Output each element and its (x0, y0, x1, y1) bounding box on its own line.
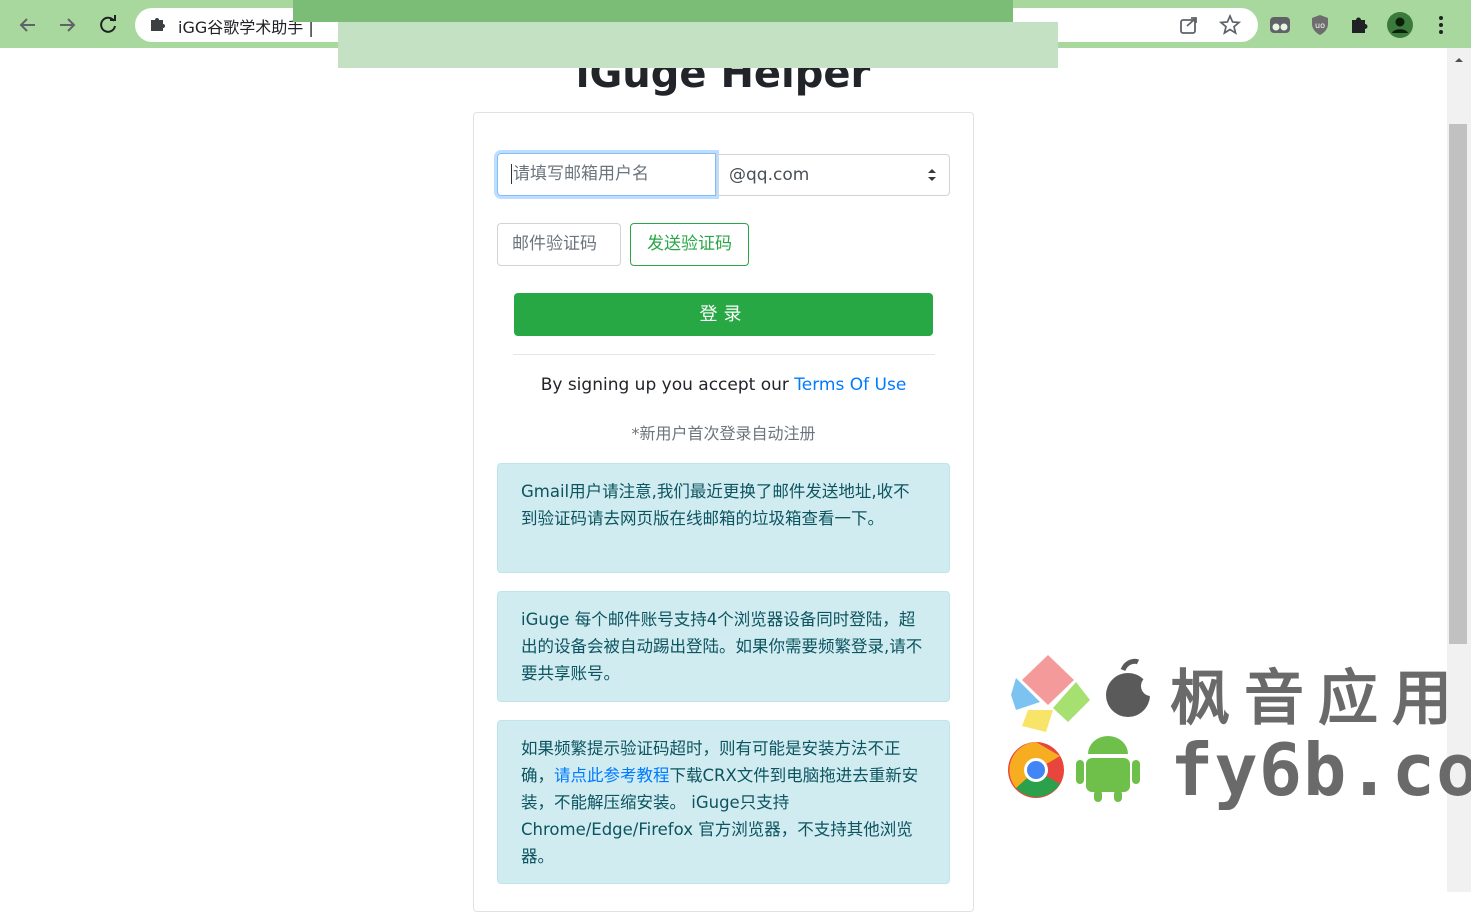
email-domain-value: @qq.com (729, 165, 810, 185)
extension-popup-bar (293, 0, 1013, 22)
email-domain-select[interactable]: @qq.com (716, 154, 950, 196)
back-button[interactable] (13, 10, 43, 40)
terms-line: By signing up you accept our Terms Of Us… (473, 375, 974, 395)
share-icon[interactable] (1178, 14, 1200, 36)
puzzle-icon (151, 18, 165, 31)
code-placeholder: 邮件验证码 (512, 234, 597, 254)
extensions-puzzle-icon[interactable] (1347, 12, 1373, 38)
extension-glasses-icon[interactable] (1267, 12, 1293, 38)
gmail-notice-alert: Gmail用户请注意,我们最近更换了邮件发送地址,收不到验证码请去网页版在线邮箱… (497, 463, 950, 573)
tutorial-link[interactable]: 请点此参考教程 (554, 766, 670, 785)
more-menu-icon[interactable] (1428, 12, 1454, 38)
ublock-shield-icon[interactable]: uo (1307, 12, 1333, 38)
reload-button[interactable] (93, 10, 123, 40)
page-title: iGuge Helper (575, 68, 871, 97)
scrollbar-thumb[interactable] (1449, 124, 1467, 644)
arrow-right-icon (60, 18, 76, 32)
alert-text: iGuge 每个邮件账号支持4个浏览器设备同时登陆，超出的设备会被自动踢出登陆。… (521, 610, 923, 683)
extension-popup-panel (338, 22, 1058, 68)
email-username-input[interactable]: 请填写邮箱用户名 (497, 153, 716, 196)
reload-icon (100, 15, 116, 33)
new-user-note: *新用户首次登录自动注册 (631, 424, 816, 443)
watermark-domain: fy6b.com (1170, 728, 1471, 812)
verification-code-input[interactable]: 邮件验证码 (497, 223, 621, 266)
watermark-title: 枫音应用 (1170, 664, 1466, 734)
page-title-wrapper: iGuge Helper (0, 68, 1447, 98)
install-help-alert: 如果频繁提示验证码超时，则有可能是安装方法不正确，请点此参考教程下载CRX文件到… (497, 720, 950, 884)
forward-button[interactable] (52, 10, 82, 40)
watermark-logo-icon (1008, 655, 1161, 802)
divider (513, 354, 935, 355)
terms-link[interactable]: Terms Of Use (794, 375, 906, 395)
text-caret (511, 164, 512, 184)
svg-text:uo: uo (1315, 21, 1325, 30)
device-limit-alert: iGuge 每个邮件账号支持4个浏览器设备同时登陆，超出的设备会被自动踢出登陆。… (497, 591, 950, 702)
star-icon[interactable] (1219, 14, 1241, 36)
profile-avatar-icon[interactable] (1386, 11, 1414, 39)
email-placeholder: 请填写邮箱用户名 (513, 164, 649, 184)
alert-text: Gmail用户请注意,我们最近更换了邮件发送地址,收不到验证码请去网页版在线邮箱… (521, 482, 910, 528)
scroll-up-arrow-icon[interactable] (1451, 54, 1467, 66)
login-button[interactable]: 登录 (514, 293, 933, 336)
select-updown-icon (928, 169, 936, 181)
send-code-button[interactable]: 发送验证码 (630, 223, 749, 266)
arrow-left-icon (19, 18, 35, 32)
terms-prefix: By signing up you accept our (540, 375, 795, 395)
